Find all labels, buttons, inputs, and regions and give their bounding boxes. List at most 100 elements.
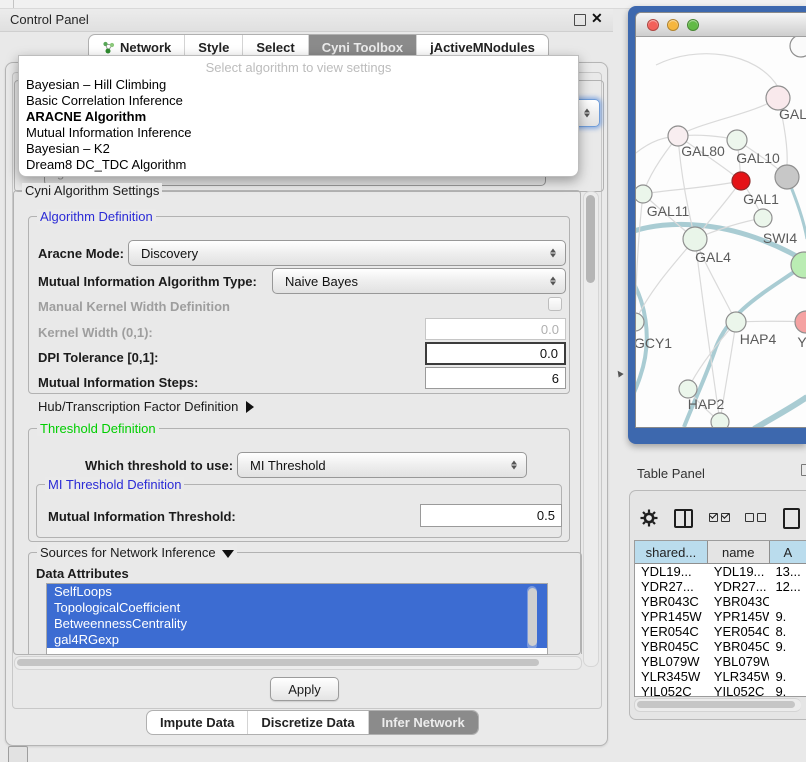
- network-edge: [643, 181, 741, 194]
- settings-horizontal-scrollbar[interactable]: [14, 656, 582, 670]
- zoom-traffic-light-icon[interactable]: [687, 19, 699, 31]
- sources-group-title[interactable]: Sources for Network Inference: [37, 545, 237, 560]
- screen: Control Panel ✕ NetworkStyleSelectCyni T…: [0, 0, 806, 762]
- network-node[interactable]: [711, 413, 729, 427]
- table-panel-float-icon[interactable]: [801, 464, 806, 476]
- aracne-mode-combo[interactable]: Discovery: [128, 240, 566, 266]
- network-node-gal1[interactable]: [732, 172, 750, 190]
- network-node-label: GAL80: [681, 143, 725, 159]
- bottom-tab-infer-network[interactable]: Infer Network: [369, 711, 478, 734]
- column-header-shared[interactable]: shared...: [635, 541, 708, 563]
- settings-group-title: Cyni Algorithm Settings: [22, 183, 162, 198]
- tab-label: Style: [198, 40, 229, 55]
- network-node-gal10[interactable]: [727, 130, 747, 150]
- table-row[interactable]: YER054CYER054C8.: [635, 624, 806, 639]
- table-cell: 9.: [769, 669, 806, 684]
- scrollbar-thumb[interactable]: [17, 659, 539, 666]
- network-node-label: HAP4: [740, 331, 777, 347]
- table-cell: YIL052C: [635, 684, 708, 697]
- dropdown-item-dream8-dc-tdc-algorithm[interactable]: Dream8 DC_TDC Algorithm: [19, 157, 578, 173]
- scrollbar-thumb[interactable]: [637, 701, 795, 708]
- control-panel-title: Control Panel: [10, 12, 89, 27]
- table-cell: YBL079W: [708, 654, 770, 669]
- node-table[interactable]: shared...nameA YDL19...YDL19...13...YDR2…: [634, 540, 806, 697]
- mi-algorithm-type-combo[interactable]: Naive Bayes: [272, 268, 566, 294]
- network-node[interactable]: [775, 165, 799, 189]
- mi-steps-field[interactable]: 6: [425, 367, 566, 389]
- scrollbar-thumb[interactable]: [528, 588, 537, 646]
- manual-kernel-checkbox[interactable]: [548, 297, 562, 311]
- dropdown-item-mutual-information-inference[interactable]: Mutual Information Inference: [19, 125, 578, 141]
- dpi-tolerance-field[interactable]: 0.0: [425, 342, 566, 365]
- apply-button[interactable]: Apply: [270, 677, 339, 701]
- list-item-betweennesscentrality[interactable]: BetweennessCentrality: [47, 616, 547, 632]
- split-columns-icon[interactable]: [674, 509, 693, 528]
- table-row[interactable]: YBL079WYBL079W: [635, 654, 806, 669]
- combo-arrows-icon: [550, 248, 556, 259]
- table-cell: YLR345W: [635, 669, 708, 684]
- table-cell: YDR27...: [708, 579, 770, 594]
- network-edge: [656, 54, 778, 87]
- network-node-gal11[interactable]: [636, 185, 652, 203]
- table-cell: YER054C: [708, 624, 770, 639]
- list-vertical-scrollbar[interactable]: [527, 586, 537, 650]
- bottom-tab-impute-data[interactable]: Impute Data: [147, 711, 248, 734]
- column-header-name[interactable]: name: [708, 541, 770, 563]
- list-item-gal4rgexp[interactable]: gal4RGexp: [47, 632, 547, 648]
- network-node-label: GAL: [779, 106, 806, 122]
- hub-definition-toggle[interactable]: Hub/Transcription Factor Definition: [38, 399, 254, 414]
- table-cell: 12...: [769, 579, 806, 594]
- aracne-mode-label: Aracne Mode:: [38, 246, 124, 261]
- list-item-selfloops[interactable]: SelfLoops: [47, 584, 547, 600]
- network-node-hap4[interactable]: [726, 312, 746, 332]
- dropdown-item-bayesian-hill-climbing[interactable]: Bayesian – Hill Climbing: [19, 77, 578, 93]
- bottom-tab-discretize-data[interactable]: Discretize Data: [248, 711, 368, 734]
- table-row[interactable]: YIL052CYIL052C9.: [635, 684, 806, 697]
- kernel-width-value: 0.0: [541, 322, 559, 337]
- data-attributes-list[interactable]: SelfLoopsTopologicalCoefficientBetweenne…: [46, 583, 548, 655]
- table-horizontal-scrollbar[interactable]: [634, 698, 801, 712]
- deselect-all-columns-icon[interactable]: [745, 509, 769, 527]
- network-node-y[interactable]: [795, 311, 806, 333]
- minimized-panel-icon[interactable]: [8, 746, 28, 762]
- mi-threshold-field[interactable]: 0.5: [420, 504, 562, 527]
- table-cell: YER054C: [635, 624, 708, 639]
- scrollbar-thumb[interactable]: [586, 195, 595, 283]
- mi-threshold-value: 0.5: [537, 508, 555, 523]
- network-window-titlebar[interactable]: [636, 13, 806, 37]
- table-cell: 9.: [769, 684, 806, 697]
- dropdown-item-basic-correlation-inference[interactable]: Basic Correlation Inference: [19, 93, 578, 109]
- export-table-icon[interactable]: [783, 508, 800, 529]
- list-item-topologicalcoefficient[interactable]: TopologicalCoefficient: [47, 600, 547, 616]
- settings-vertical-scrollbar[interactable]: [583, 191, 599, 667]
- sources-title-text: Sources for Network Inference: [40, 545, 216, 560]
- dpi-tolerance-value: 0.0: [540, 346, 558, 361]
- table-row[interactable]: YDL19...YDL19...13...: [635, 564, 806, 579]
- close-traffic-light-icon[interactable]: [647, 19, 659, 31]
- table-row[interactable]: YBR045CYBR045C9.: [635, 639, 806, 654]
- table-row[interactable]: YLR345WYLR345W9.: [635, 669, 806, 684]
- select-all-columns-icon[interactable]: [709, 509, 733, 527]
- table-row[interactable]: YBR043CYBR043C: [635, 594, 806, 609]
- table-cell: YIL052C: [708, 684, 770, 697]
- minimize-traffic-light-icon[interactable]: [667, 19, 679, 31]
- table-cell: YPR145W: [708, 609, 770, 624]
- dropdown-item-aracne-algorithm[interactable]: ARACNE Algorithm: [19, 109, 578, 125]
- table-row[interactable]: YPR145WYPR145W9.: [635, 609, 806, 624]
- which-threshold-combo[interactable]: MI Threshold: [237, 452, 527, 478]
- network-node[interactable]: [754, 209, 772, 227]
- table-cell: YBR045C: [635, 639, 708, 654]
- float-panel-icon[interactable]: [574, 14, 586, 26]
- gear-icon[interactable]: [640, 509, 658, 527]
- network-node[interactable]: [790, 37, 806, 57]
- network-node-gal4[interactable]: [683, 227, 707, 251]
- close-icon[interactable]: ✕: [591, 10, 603, 27]
- dropdown-item-bayesian-k2[interactable]: Bayesian – K2: [19, 141, 578, 157]
- kernel-width-field[interactable]: 0.0: [425, 318, 566, 340]
- mi-steps-label: Mutual Information Steps:: [38, 375, 198, 390]
- table-row[interactable]: YDR27...YDR27...12...: [635, 579, 806, 594]
- column-header-a[interactable]: A: [770, 541, 806, 563]
- network-window[interactable]: GALGAL80GAL10GAL1GAL11GAL4SWI4GCY1HAP4YH…: [635, 12, 806, 428]
- table-cell: 9.: [769, 609, 806, 624]
- network-canvas-svg[interactable]: GALGAL80GAL10GAL1GAL11GAL4SWI4GCY1HAP4YH…: [636, 37, 806, 427]
